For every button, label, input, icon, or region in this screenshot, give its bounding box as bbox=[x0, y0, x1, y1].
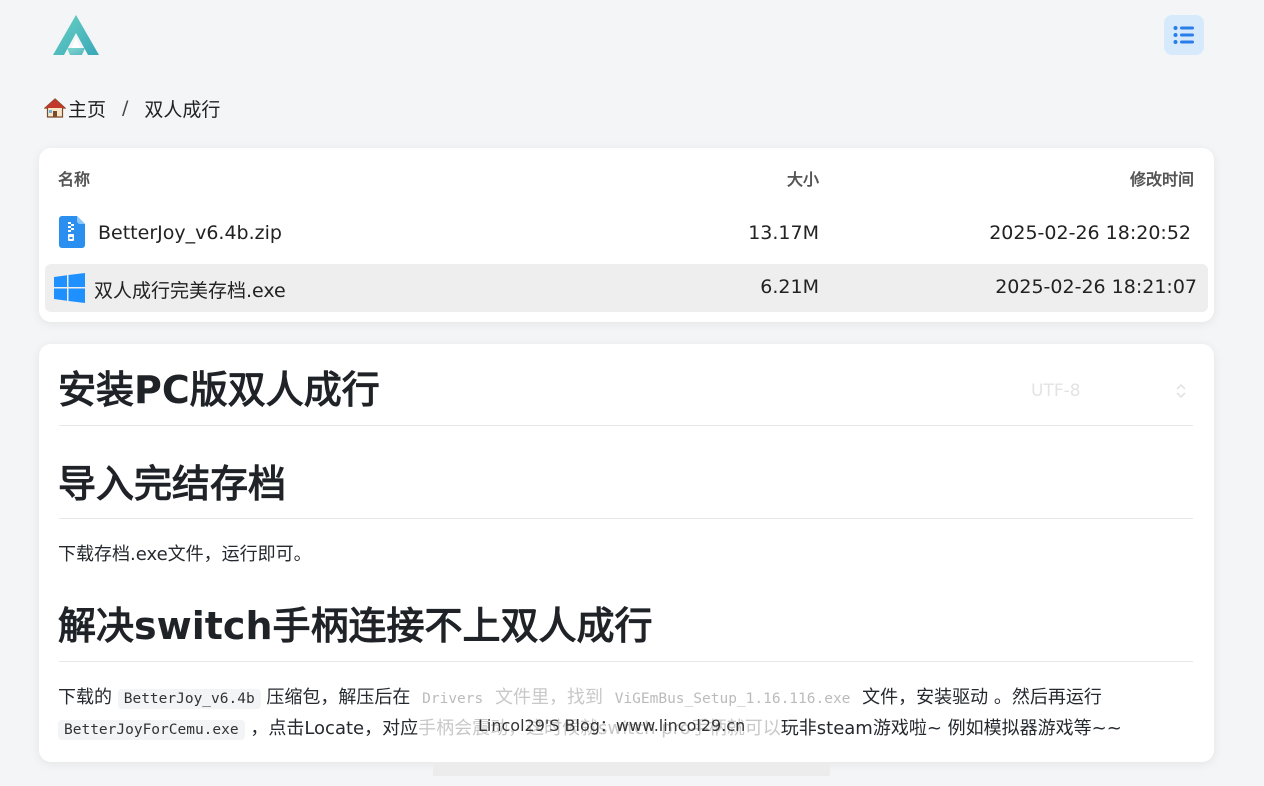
text-segment: 文件里，找到 bbox=[489, 687, 609, 708]
divider bbox=[59, 425, 1193, 426]
breadcrumb-current: 双人成行 bbox=[144, 98, 221, 121]
chevron-updown-icon bbox=[1176, 383, 1186, 399]
divider bbox=[59, 661, 1193, 662]
heading-install: 安装PC版双人成行 bbox=[58, 368, 380, 412]
site-header bbox=[0, 0, 1264, 80]
logo-triangle-icon[interactable] bbox=[50, 12, 102, 58]
file-size: 13.17M bbox=[748, 222, 819, 244]
file-size: 6.21M bbox=[760, 276, 819, 298]
file-row[interactable]: BetterJoy_v6.4b.zip 13.17M 2025-02-26 18… bbox=[45, 210, 1208, 258]
breadcrumb-separator: / bbox=[122, 97, 129, 119]
code-vigembus: ViGEmBus_Setup_1.16.116.exe bbox=[614, 691, 851, 707]
header-time[interactable]: 修改时间 bbox=[1130, 166, 1194, 190]
text-segment: 玩非steam游戏啦~ 例如模拟器游戏等~~ bbox=[780, 718, 1122, 739]
zip-file-icon bbox=[59, 216, 85, 248]
file-row[interactable]: 双人成行完美存档.exe 6.21M 2025-02-26 18:21:07 bbox=[45, 264, 1208, 312]
encoding-value: UTF-8 bbox=[1031, 381, 1081, 401]
text-segment: 文件，安装驱动 。然后再运行 bbox=[856, 687, 1102, 708]
windows-exe-icon bbox=[54, 273, 85, 303]
heading-import: 导入完结存档 bbox=[58, 462, 287, 506]
menu-button[interactable] bbox=[1164, 15, 1204, 55]
encoding-select[interactable]: UTF-8 bbox=[1031, 374, 1191, 408]
heading-fix: 解决switch手柄连接不上双人成行 bbox=[58, 604, 653, 648]
text-segment: 下载的 bbox=[58, 687, 118, 708]
text-segment: ，点击Locate，对应 bbox=[244, 718, 419, 739]
watermark-overlay: Lincol29'S Blog：www.lincol29.cn bbox=[478, 716, 746, 735]
code-betterjoy: BetterJoy_v6.4b bbox=[117, 689, 261, 709]
code-drivers: Drivers bbox=[422, 691, 484, 707]
header-size[interactable]: 大小 bbox=[787, 166, 819, 190]
text-segment: 压缩包，解压后在 bbox=[260, 687, 417, 708]
breadcrumb-home-link[interactable]: 主页 bbox=[68, 95, 106, 122]
breadcrumb: 主页 / 双人成行 bbox=[44, 94, 220, 122]
divider bbox=[59, 518, 1193, 519]
file-name[interactable]: 双人成行完美存档.exe bbox=[94, 276, 286, 303]
code-betterjoyforcemu: BetterJoyForCemu.exe bbox=[58, 720, 245, 740]
readme-card: 安装PC版双人成行 UTF-8 导入完结存档 下载存档.exe文件，运行即可。 … bbox=[39, 344, 1214, 762]
header-name[interactable]: 名称 bbox=[58, 166, 90, 190]
file-table-header: 名称 大小 修改时间 bbox=[0, 166, 1264, 196]
file-time: 2025-02-26 18:21:07 bbox=[995, 276, 1197, 298]
house-icon bbox=[44, 98, 66, 118]
paragraph-import: 下载存档.exe文件，运行即可。 bbox=[58, 544, 312, 565]
file-time: 2025-02-26 18:20:52 bbox=[989, 222, 1191, 244]
file-name[interactable]: BetterJoy_v6.4b.zip bbox=[98, 222, 282, 244]
bottom-strip bbox=[433, 762, 830, 776]
list-menu-icon bbox=[1173, 26, 1194, 44]
